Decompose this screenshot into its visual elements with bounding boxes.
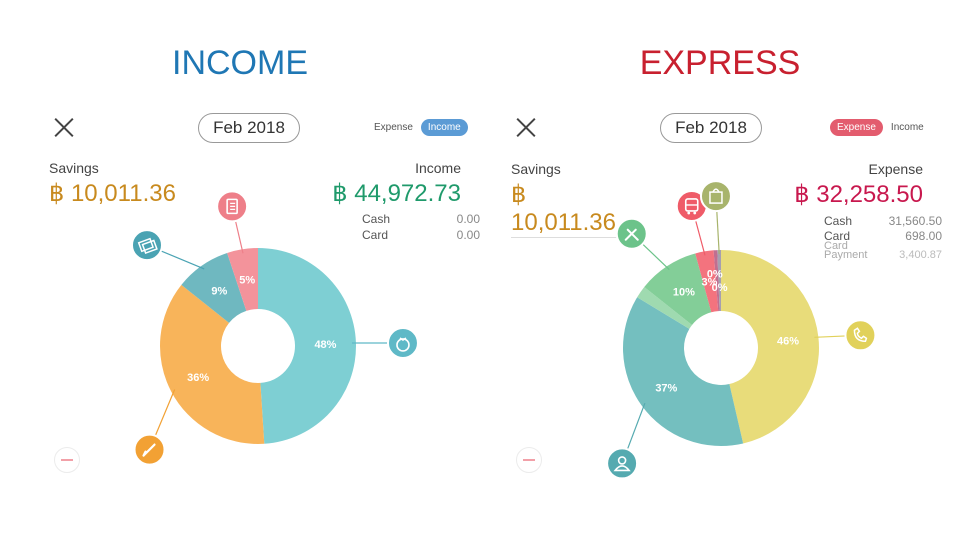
expense-panel: EXPRESS Feb 2018 Expense Income Savings ฿… <box>480 0 960 540</box>
expense-donut-chart[interactable]: 46%37%10%3%0%0% <box>480 0 960 540</box>
slice-percent-label: 0% <box>712 282 728 294</box>
shopping-bag-icon[interactable] <box>699 180 732 213</box>
minus-button[interactable] <box>54 447 80 473</box>
pencil-icon[interactable] <box>133 433 166 466</box>
slice-percent-label: 5% <box>239 274 255 286</box>
person-icon[interactable] <box>606 447 639 480</box>
slice-percent-label: 46% <box>777 335 799 347</box>
donut-slice[interactable] <box>258 248 356 444</box>
slice-percent-label: 37% <box>655 383 677 395</box>
slice-percent-label: 10% <box>673 287 695 299</box>
fork-knife-icon[interactable] <box>615 217 648 250</box>
slice-percent-label: 36% <box>187 372 209 384</box>
slice-percent-label: 0% <box>707 268 723 280</box>
phone-icon[interactable] <box>844 319 877 352</box>
money-bag-icon[interactable] <box>386 326 419 359</box>
income-panel: INCOME Feb 2018 Expense Income Savings ฿ … <box>0 0 480 540</box>
minus-button[interactable] <box>516 447 542 473</box>
slice-percent-label: 48% <box>314 339 336 351</box>
slice-percent-label: 9% <box>211 286 227 298</box>
banknotes-icon[interactable] <box>130 229 163 262</box>
notebook-icon[interactable] <box>216 190 249 223</box>
